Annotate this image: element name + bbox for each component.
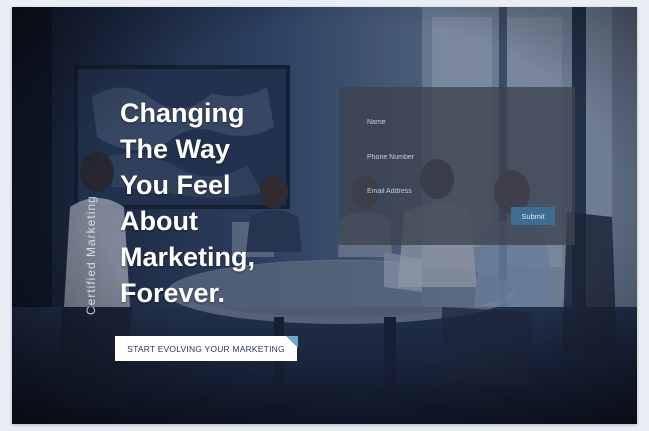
headline-line: Changing [120,98,245,128]
email-field[interactable] [367,182,547,200]
name-field[interactable] [367,113,547,131]
hero-headline: Changing The Way You Feel About Marketin… [120,95,340,311]
certified-marketing-label: Certified Marketing [84,195,98,315]
contact-form: Submit [339,87,575,245]
phone-field[interactable] [367,148,547,166]
headline-line: About [120,206,198,236]
headline-line: The Way [120,134,231,164]
headline-line: You Feel [120,170,231,200]
submit-button[interactable]: Submit [511,207,555,225]
hero-section: Certified Marketing Changing The Way You… [12,7,637,424]
start-evolving-button[interactable]: START EVOLVING YOUR MARKETING [115,336,298,361]
headline-line: Marketing, [120,242,256,272]
headline-line: Forever. [120,278,226,308]
